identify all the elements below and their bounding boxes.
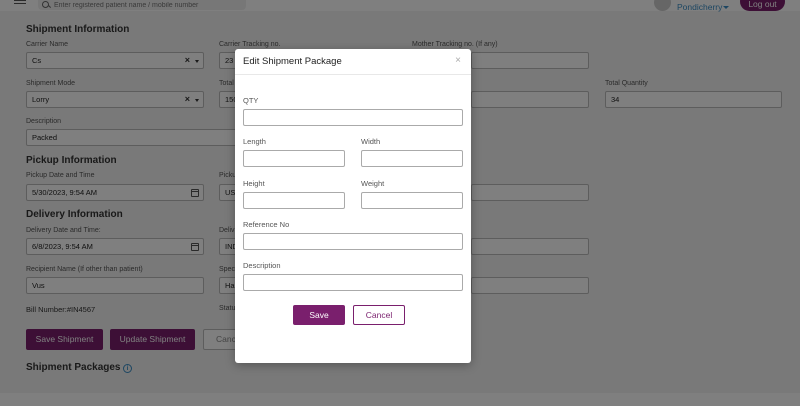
length-input[interactable] xyxy=(243,150,345,167)
dialog-title: Edit Shipment Package xyxy=(243,56,342,67)
reference-input[interactable] xyxy=(243,233,463,250)
height-input[interactable] xyxy=(243,192,345,209)
dialog-header: Edit Shipment Package × xyxy=(235,49,471,75)
edit-package-dialog: Edit Shipment Package × QTY Length Width… xyxy=(235,49,471,363)
width-input[interactable] xyxy=(361,150,463,167)
package-description-input[interactable] xyxy=(243,274,463,291)
qty-input[interactable] xyxy=(243,109,463,126)
weight-label: Weight xyxy=(361,179,385,188)
save-button[interactable]: Save xyxy=(293,305,345,325)
package-description-label: Description xyxy=(243,261,281,270)
cancel-button[interactable]: Cancel xyxy=(353,305,405,325)
weight-input[interactable] xyxy=(361,192,463,209)
reference-label: Reference No xyxy=(243,220,290,229)
width-label: Width xyxy=(361,137,381,146)
qty-label: QTY xyxy=(243,96,259,105)
height-label: Height xyxy=(243,179,265,188)
close-icon[interactable]: × xyxy=(455,55,461,66)
length-label: Length xyxy=(243,137,266,146)
